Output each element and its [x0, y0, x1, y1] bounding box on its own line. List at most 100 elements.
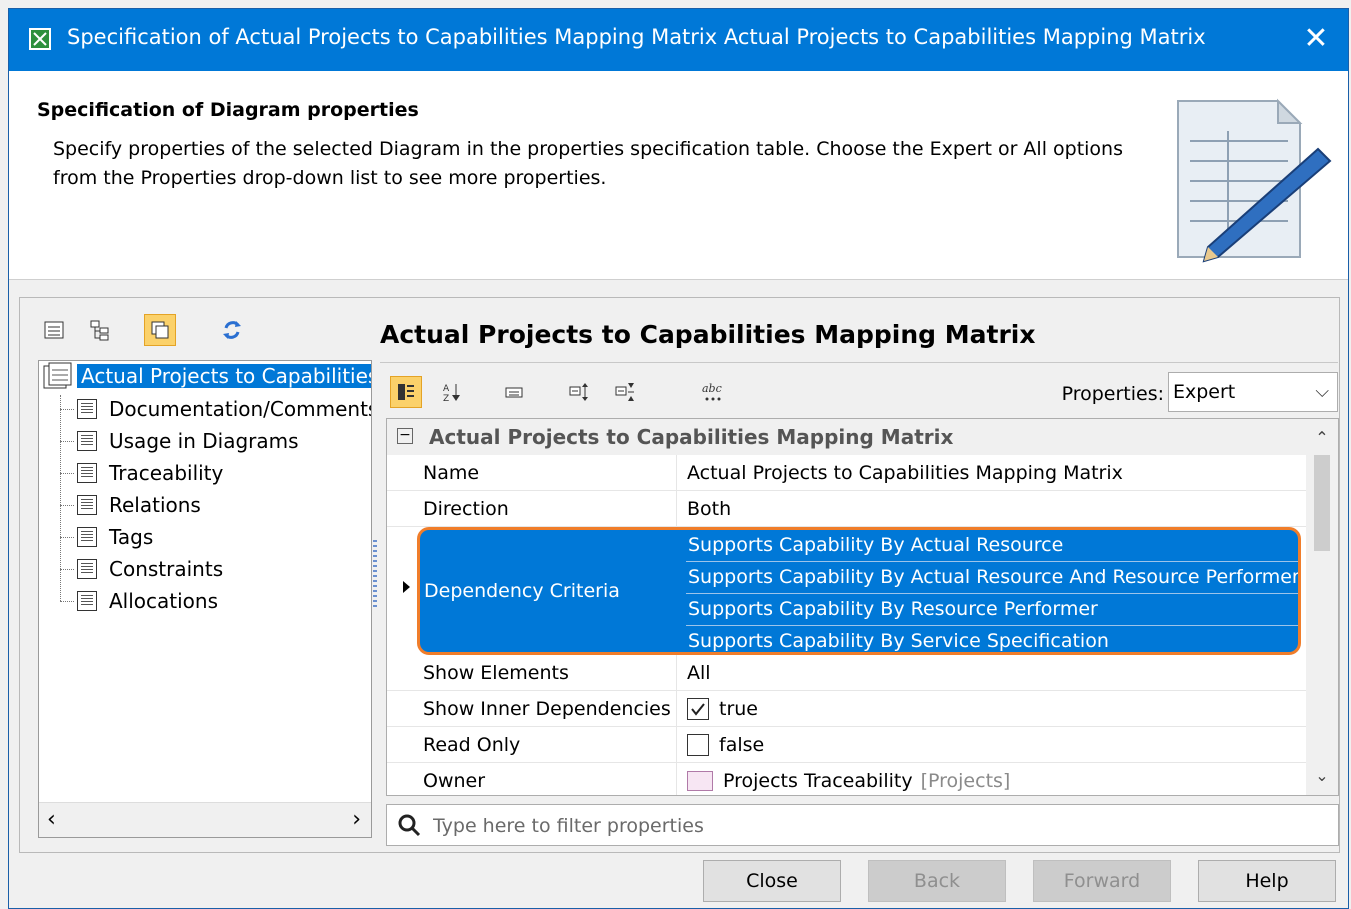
tree-item-tags[interactable]: Tags: [77, 522, 153, 552]
compact-view-icon[interactable]: [144, 314, 176, 346]
dialog-icon: [29, 28, 51, 50]
property-row-dependency-criteria[interactable]: Dependency Criteria Supports Capability …: [417, 527, 1301, 655]
chevron-down-icon[interactable]: ⌄: [1306, 761, 1338, 791]
tree-item-label: Constraints: [109, 557, 224, 581]
properties-label: Properties:: [1061, 383, 1164, 405]
owner-scope: [Projects]: [920, 770, 1011, 792]
sort-alphabetical-icon[interactable]: AZ: [436, 376, 468, 408]
page-icon: [77, 559, 97, 579]
splitter-handle[interactable]: [373, 540, 377, 610]
svg-text:A: A: [443, 384, 450, 394]
property-value[interactable]: Actual Projects to Capabilities Mapping …: [687, 455, 1306, 490]
dependency-criteria-values[interactable]: Supports Capability By Actual Resource S…: [686, 530, 1298, 652]
property-grid: − Actual Projects to Capabilities Mappin…: [386, 418, 1339, 796]
property-row-name[interactable]: Name Actual Projects to Capabilities Map…: [387, 455, 1306, 491]
property-name: Read Only: [423, 727, 677, 762]
filter-input[interactable]: [431, 809, 1315, 843]
navigation-tree: Actual Projects to Capabilities Document…: [38, 360, 372, 838]
filter-box: [386, 804, 1339, 846]
scroll-right-icon[interactable]: ›: [352, 807, 361, 832]
property-row-show-elements[interactable]: Show Elements All: [387, 655, 1306, 691]
tree-item-constraints[interactable]: Constraints: [77, 554, 223, 584]
property-row-show-inner-dependencies[interactable]: Show Inner Dependencies true: [387, 691, 1306, 727]
chevron-up-icon[interactable]: ⌃: [1306, 423, 1338, 453]
tree-horizontal-scrollbar[interactable]: ‹ ›: [39, 802, 371, 837]
owner-value[interactable]: Projects Traceability: [723, 770, 913, 792]
description-icon[interactable]: [498, 376, 530, 408]
tree-item-usage[interactable]: Usage in Diagrams: [77, 426, 299, 456]
tree-item-relations[interactable]: Relations: [77, 490, 201, 520]
help-button[interactable]: Help: [1198, 860, 1336, 902]
tree-item-root[interactable]: Actual Projects to Capabilities: [43, 361, 371, 391]
header-description: Specify properties of the selected Diagr…: [53, 138, 1124, 189]
tree-item-allocations[interactable]: Allocations: [77, 586, 218, 616]
properties-value: Expert: [1173, 381, 1236, 403]
scroll-left-icon[interactable]: ‹: [47, 807, 56, 832]
spec-title: Actual Projects to Capabilities Mapping …: [380, 320, 1036, 349]
title-bar: Specification of Actual Projects to Capa…: [9, 9, 1348, 71]
property-row-read-only[interactable]: Read Only false: [387, 727, 1306, 763]
page-icon: [77, 463, 97, 483]
page-icon: [77, 495, 97, 515]
criteria-value[interactable]: Supports Capability By Service Specifica…: [686, 626, 1298, 652]
checkbox-checked[interactable]: [687, 697, 709, 720]
property-name: Show Elements: [423, 655, 677, 690]
collapse-all-icon[interactable]: [610, 376, 642, 408]
page-icon: [77, 591, 97, 611]
spell-check-icon[interactable]: abc: [698, 376, 730, 408]
expand-all-icon[interactable]: [564, 376, 596, 408]
checkbox-unchecked[interactable]: [687, 733, 709, 756]
properties-toolbar: AZ abc Properties: Expert ⌵: [386, 368, 1338, 416]
criteria-value[interactable]: Supports Capability By Actual Resource: [686, 530, 1298, 562]
package-icon: [687, 771, 713, 791]
current-row-icon: [403, 581, 410, 593]
page-icon: [77, 399, 97, 419]
tree-root-label: Actual Projects to Capabilities: [77, 364, 371, 388]
property-row-direction[interactable]: Direction Both: [387, 491, 1306, 527]
specification-dialog: Specification of Actual Projects to Capa…: [8, 8, 1349, 909]
header-panel: Specification of Diagram properties Spec…: [9, 71, 1348, 280]
criteria-value[interactable]: Supports Capability By Resource Performe…: [686, 594, 1298, 626]
window-title: Specification of Actual Projects to Capa…: [67, 25, 1206, 49]
refresh-icon[interactable]: [216, 314, 248, 346]
property-name: Dependency Criteria: [424, 580, 620, 602]
tree-item-label: Tags: [109, 525, 154, 549]
tree-view-icon[interactable]: [84, 314, 116, 346]
tree-item-traceability[interactable]: Traceability: [77, 458, 223, 488]
tree-item-label: Documentation/Comments: [109, 397, 372, 421]
categorized-icon[interactable]: [390, 376, 422, 408]
property-value[interactable]: Both: [687, 491, 1306, 526]
group-title: Actual Projects to Capabilities Mapping …: [429, 425, 954, 449]
tree-item-label: Traceability: [109, 461, 224, 485]
chevron-down-icon: ⌵: [1315, 381, 1329, 402]
collapse-toggle-icon[interactable]: −: [397, 428, 413, 444]
diagram-icon: [43, 362, 73, 390]
document-pencil-icon: [1148, 71, 1348, 279]
svg-text:abc: abc: [702, 382, 722, 395]
tree-item-label: Relations: [109, 493, 201, 517]
page-icon: [77, 527, 97, 547]
list-view-icon[interactable]: [38, 314, 70, 346]
property-name: Owner: [423, 763, 677, 795]
property-name: Name: [423, 455, 677, 490]
criteria-value[interactable]: Supports Capability By Actual Resource A…: [686, 562, 1298, 594]
close-button[interactable]: Close: [703, 860, 841, 902]
properties-dropdown[interactable]: Expert ⌵: [1168, 372, 1338, 412]
svg-text:Z: Z: [443, 394, 449, 403]
tree-item-label: Allocations: [109, 589, 219, 613]
scroll-thumb[interactable]: [1314, 455, 1330, 551]
forward-button[interactable]: Forward: [1033, 860, 1171, 902]
property-name: Direction: [423, 491, 677, 526]
content-panel: Actual Projects to Capabilities Document…: [19, 297, 1340, 853]
property-row-owner[interactable]: Owner Projects Traceability [Projects]: [387, 763, 1306, 795]
close-icon[interactable]: ✕: [1296, 19, 1336, 59]
header-title: Specification of Diagram properties: [37, 99, 419, 121]
page-icon: [77, 431, 97, 451]
group-header[interactable]: − Actual Projects to Capabilities Mappin…: [387, 419, 1306, 455]
property-name: Show Inner Dependencies: [423, 691, 677, 726]
grid-vertical-scrollbar[interactable]: ⌃ ⌄: [1306, 419, 1338, 795]
tree-item-documentation[interactable]: Documentation/Comments: [77, 394, 372, 424]
back-button[interactable]: Back: [868, 860, 1006, 902]
property-value[interactable]: All: [687, 655, 1306, 690]
property-value: false: [719, 733, 765, 756]
